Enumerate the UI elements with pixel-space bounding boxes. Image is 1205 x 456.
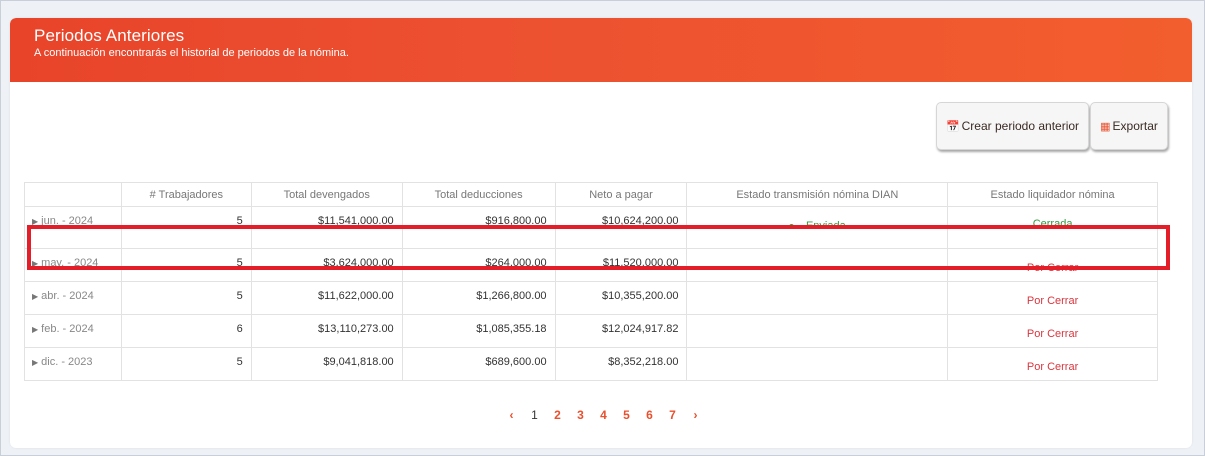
page-4[interactable]: 4 [592,408,615,424]
page-title: Periodos Anteriores [34,26,185,45]
accrued-cell: $3,624,000.00 [250,248,403,282]
accrued-cell: $11,541,000.00 [250,206,403,249]
calendar-icon: 📅 [945,120,960,133]
expand-caret-icon[interactable]: ▶ [32,217,38,226]
col-liquidator-status: Estado liquidador nómina [947,182,1158,207]
deductions-cell: $689,600.00 [401,347,556,381]
table-row[interactable]: ▶ feb. - 2024 6 $13,110,273.00 $1,085,355… [24,314,1158,348]
period-cell[interactable]: ▶ jun. - 2024 [24,206,122,249]
period-cell[interactable]: ▶ feb. - 2024 [24,314,122,348]
table-row[interactable]: ▶ jun. - 2024 5 $11,541,000.00 $916,800.0… [24,206,1158,249]
workers-cell: 5 [120,248,252,282]
status-dot-icon [788,223,794,229]
deductions-cell: $1,085,355.18 [401,314,556,348]
liquidator-status-cell: Por Cerrar [947,248,1158,282]
page-1[interactable]: 1 [523,408,546,424]
workers-cell: 5 [120,281,252,315]
col-net: Neto a pagar [554,182,688,207]
liquidator-status-cell: Cerrada [947,206,1158,249]
next-page-button[interactable]: › [684,408,707,424]
dian-status-cell [686,314,949,348]
create-period-label: Crear periodo anterior [961,119,1080,133]
col-accrued: Total devengados [250,182,403,207]
dian-status-cell [686,347,949,381]
net-cell: $10,624,200.00 [554,206,688,249]
page-3[interactable]: 3 [569,408,592,424]
accrued-cell: $9,041,818.00 [250,347,403,381]
deductions-cell: $264,000.00 [401,248,556,282]
dian-status-cell [686,281,949,315]
page-header: Periodos Anteriores A continuación encon… [10,18,1192,82]
net-cell: $8,352,218.00 [554,347,688,381]
prev-page-button[interactable]: ‹ [500,408,523,424]
expand-caret-icon[interactable]: ▶ [32,325,38,334]
period-cell[interactable]: ▶ may. - 2024 [24,248,122,282]
export-button[interactable]: ▦ Exportar [1090,102,1168,150]
col-workers: # Trabajadores [120,182,252,207]
pagination: ‹ 1 2 3 4 5 6 7 › [500,408,707,424]
net-cell: $12,024,917.82 [554,314,688,348]
col-period [24,182,122,207]
expand-caret-icon[interactable]: ▶ [32,259,38,268]
net-cell: $11,520,000.00 [554,248,688,282]
periods-table: # Trabajadores Total devengados Total de… [24,182,1158,381]
export-label: Exportar [1112,119,1158,133]
dian-status-cell [686,248,949,282]
liquidator-status-cell: Por Cerrar [947,347,1158,381]
table-row[interactable]: ▶ abr. - 2024 5 $11,622,000.00 $1,266,800… [24,281,1158,315]
col-deductions: Total deducciones [401,182,556,207]
page-7[interactable]: 7 [661,408,684,424]
col-dian-status: Estado transmisión nómina DIAN [686,182,949,207]
workers-cell: 5 [120,206,252,249]
period-cell[interactable]: ▶ dic. - 2023 [24,347,122,381]
expand-caret-icon[interactable]: ▶ [32,292,38,301]
expand-caret-icon[interactable]: ▶ [32,358,38,367]
table-row[interactable]: ▶ dic. - 2023 5 $9,041,818.00 $689,600.00… [24,347,1158,381]
accrued-cell: $11,622,000.00 [250,281,403,315]
liquidator-status-cell: Por Cerrar [947,314,1158,348]
dian-status-cell: Enviada [686,206,949,249]
spreadsheet-icon: ▦ [1100,120,1111,133]
page-2[interactable]: 2 [546,408,569,424]
page-6[interactable]: 6 [638,408,661,424]
deductions-cell: $916,800.00 [401,206,556,249]
page-subtitle: A continuación encontrarás el historial … [34,47,349,59]
workers-cell: 5 [120,347,252,381]
period-cell[interactable]: ▶ abr. - 2024 [24,281,122,315]
create-period-button[interactable]: 📅 Crear periodo anterior [936,102,1089,150]
net-cell: $10,355,200.00 [554,281,688,315]
accrued-cell: $13,110,273.00 [250,314,403,348]
page-5[interactable]: 5 [615,408,638,424]
table-row[interactable]: ▶ may. - 2024 5 $3,624,000.00 $264,000.00… [24,248,1158,282]
table-header-row: # Trabajadores Total devengados Total de… [24,182,1158,207]
workers-cell: 6 [120,314,252,348]
deductions-cell: $1,266,800.00 [401,281,556,315]
liquidator-status-cell: Por Cerrar [947,281,1158,315]
